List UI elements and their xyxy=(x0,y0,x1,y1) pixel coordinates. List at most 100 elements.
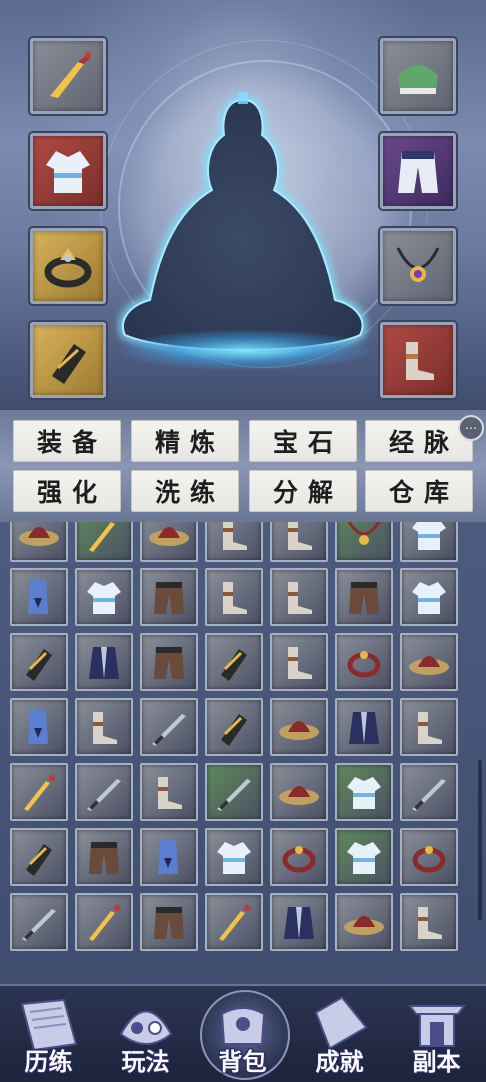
equip-slot-shoulder[interactable] xyxy=(380,38,456,114)
robe-icon xyxy=(412,522,446,550)
equip-slot-boots[interactable] xyxy=(380,322,456,398)
ring-icon xyxy=(347,651,381,678)
inventory-cell[interactable] xyxy=(140,568,198,626)
inventory-cell[interactable] xyxy=(335,568,393,626)
nav-label: 背包 xyxy=(218,1047,267,1076)
function-tabs: 装备 精炼 宝石 经脉 强化 洗练 分解 仓库 xyxy=(0,410,486,522)
inventory-cell[interactable] xyxy=(75,522,133,562)
inventory-cell[interactable] xyxy=(270,828,328,886)
inventory-cell[interactable] xyxy=(10,763,68,821)
ring-icon xyxy=(412,846,446,873)
inventory-cell[interactable] xyxy=(400,763,458,821)
inventory-cell[interactable] xyxy=(335,522,393,562)
equip-slot-robe[interactable] xyxy=(30,133,106,209)
sword-icon xyxy=(87,779,121,811)
hat-icon xyxy=(19,527,59,546)
inventory-cell[interactable] xyxy=(75,633,133,691)
hat-icon xyxy=(149,527,189,546)
inventory-cell[interactable] xyxy=(335,698,393,756)
inventory-cell[interactable] xyxy=(205,828,263,886)
chat-bubble-button[interactable]: ⋯ xyxy=(458,415,484,441)
inventory-cell[interactable] xyxy=(270,893,328,951)
inventory-cell[interactable] xyxy=(400,828,458,886)
inventory-cell[interactable] xyxy=(335,763,393,821)
tab-dismantle[interactable]: 分解 xyxy=(249,470,357,512)
inventory-cell[interactable] xyxy=(10,568,68,626)
inventory-cell[interactable] xyxy=(140,633,198,691)
equip-slot-bracer[interactable] xyxy=(30,322,106,398)
boots-icon xyxy=(288,647,312,679)
inventory-cell[interactable] xyxy=(10,522,68,562)
robe-icon xyxy=(412,582,446,614)
inventory-cell[interactable] xyxy=(140,698,198,756)
equip-slot-necklace[interactable] xyxy=(380,228,456,304)
inventory-cell[interactable] xyxy=(205,698,263,756)
chat-icon: ⋯ xyxy=(465,421,477,435)
nav-label: 历练 xyxy=(24,1047,73,1076)
inventory-cell[interactable] xyxy=(400,893,458,951)
inventory-cell[interactable] xyxy=(140,763,198,821)
inventory-cell[interactable] xyxy=(335,633,393,691)
shoulder-icon xyxy=(28,710,48,744)
nav-achievement[interactable]: 成就 xyxy=(291,986,388,1082)
tab-gem[interactable]: 宝石 xyxy=(249,420,357,462)
hat-icon xyxy=(279,786,319,805)
dagger-icon xyxy=(24,775,55,811)
equip-slot-ring[interactable] xyxy=(30,228,106,304)
inventory-cell[interactable] xyxy=(270,568,328,626)
inventory-cell[interactable] xyxy=(10,698,68,756)
inventory-cell[interactable] xyxy=(400,568,458,626)
inventory-cell[interactable] xyxy=(10,828,68,886)
inventory-cell[interactable] xyxy=(75,828,133,886)
nav-dungeon[interactable]: 副本 xyxy=(388,986,485,1082)
robe-icon xyxy=(46,151,90,193)
equip-slot-pants[interactable] xyxy=(380,133,456,209)
tab-warehouse[interactable]: 仓库 xyxy=(365,470,473,512)
boots-icon xyxy=(158,777,182,809)
necklace-icon xyxy=(396,247,440,282)
nav-gameplay[interactable]: 玩法 xyxy=(97,986,194,1082)
sword-icon xyxy=(217,779,251,811)
hat-icon xyxy=(344,916,384,935)
inventory-cell[interactable] xyxy=(400,698,458,756)
inventory-cell[interactable] xyxy=(205,568,263,626)
inventory-cell[interactable] xyxy=(400,522,458,562)
inventory-cell[interactable] xyxy=(270,698,328,756)
inventory-cell[interactable] xyxy=(75,568,133,626)
equip-slot-weapon[interactable] xyxy=(30,38,106,114)
pants-icon xyxy=(398,151,438,193)
nav-training[interactable]: 历练 xyxy=(0,986,97,1082)
sword-icon xyxy=(152,714,186,746)
shoulder-armor-icon xyxy=(398,65,438,94)
pants-icon xyxy=(89,842,119,874)
tab-equip[interactable]: 装备 xyxy=(13,420,121,462)
inventory-cell[interactable] xyxy=(205,893,263,951)
tab-enhance[interactable]: 强化 xyxy=(13,470,121,512)
inventory-cell[interactable] xyxy=(400,633,458,691)
inventory-cell[interactable] xyxy=(10,633,68,691)
bracer-icon xyxy=(26,649,52,681)
boots-icon xyxy=(406,342,434,380)
inventory-cell[interactable] xyxy=(335,828,393,886)
inventory-cell[interactable] xyxy=(270,522,328,562)
inventory-cell[interactable] xyxy=(205,763,263,821)
tab-meridian[interactable]: 经脉 xyxy=(365,420,473,462)
inventory-cell[interactable] xyxy=(205,633,263,691)
inventory-cell[interactable] xyxy=(75,763,133,821)
nav-bag[interactable]: 背包 xyxy=(194,986,291,1082)
inventory-cell[interactable] xyxy=(335,893,393,951)
sword-icon xyxy=(22,909,56,941)
tab-refine[interactable]: 精炼 xyxy=(131,420,239,462)
inventory-cell[interactable] xyxy=(140,893,198,951)
inventory-cell[interactable] xyxy=(140,522,198,562)
inventory-cell[interactable] xyxy=(270,633,328,691)
inventory-cell[interactable] xyxy=(140,828,198,886)
inventory-cell[interactable] xyxy=(10,893,68,951)
tab-reforge[interactable]: 洗练 xyxy=(131,470,239,512)
inventory-cell[interactable] xyxy=(270,763,328,821)
inventory-cell[interactable] xyxy=(75,698,133,756)
inventory-cell[interactable] xyxy=(205,522,263,562)
inventory-scrollbar[interactable] xyxy=(478,760,482,920)
pants-icon xyxy=(154,907,184,939)
inventory-cell[interactable] xyxy=(75,893,133,951)
